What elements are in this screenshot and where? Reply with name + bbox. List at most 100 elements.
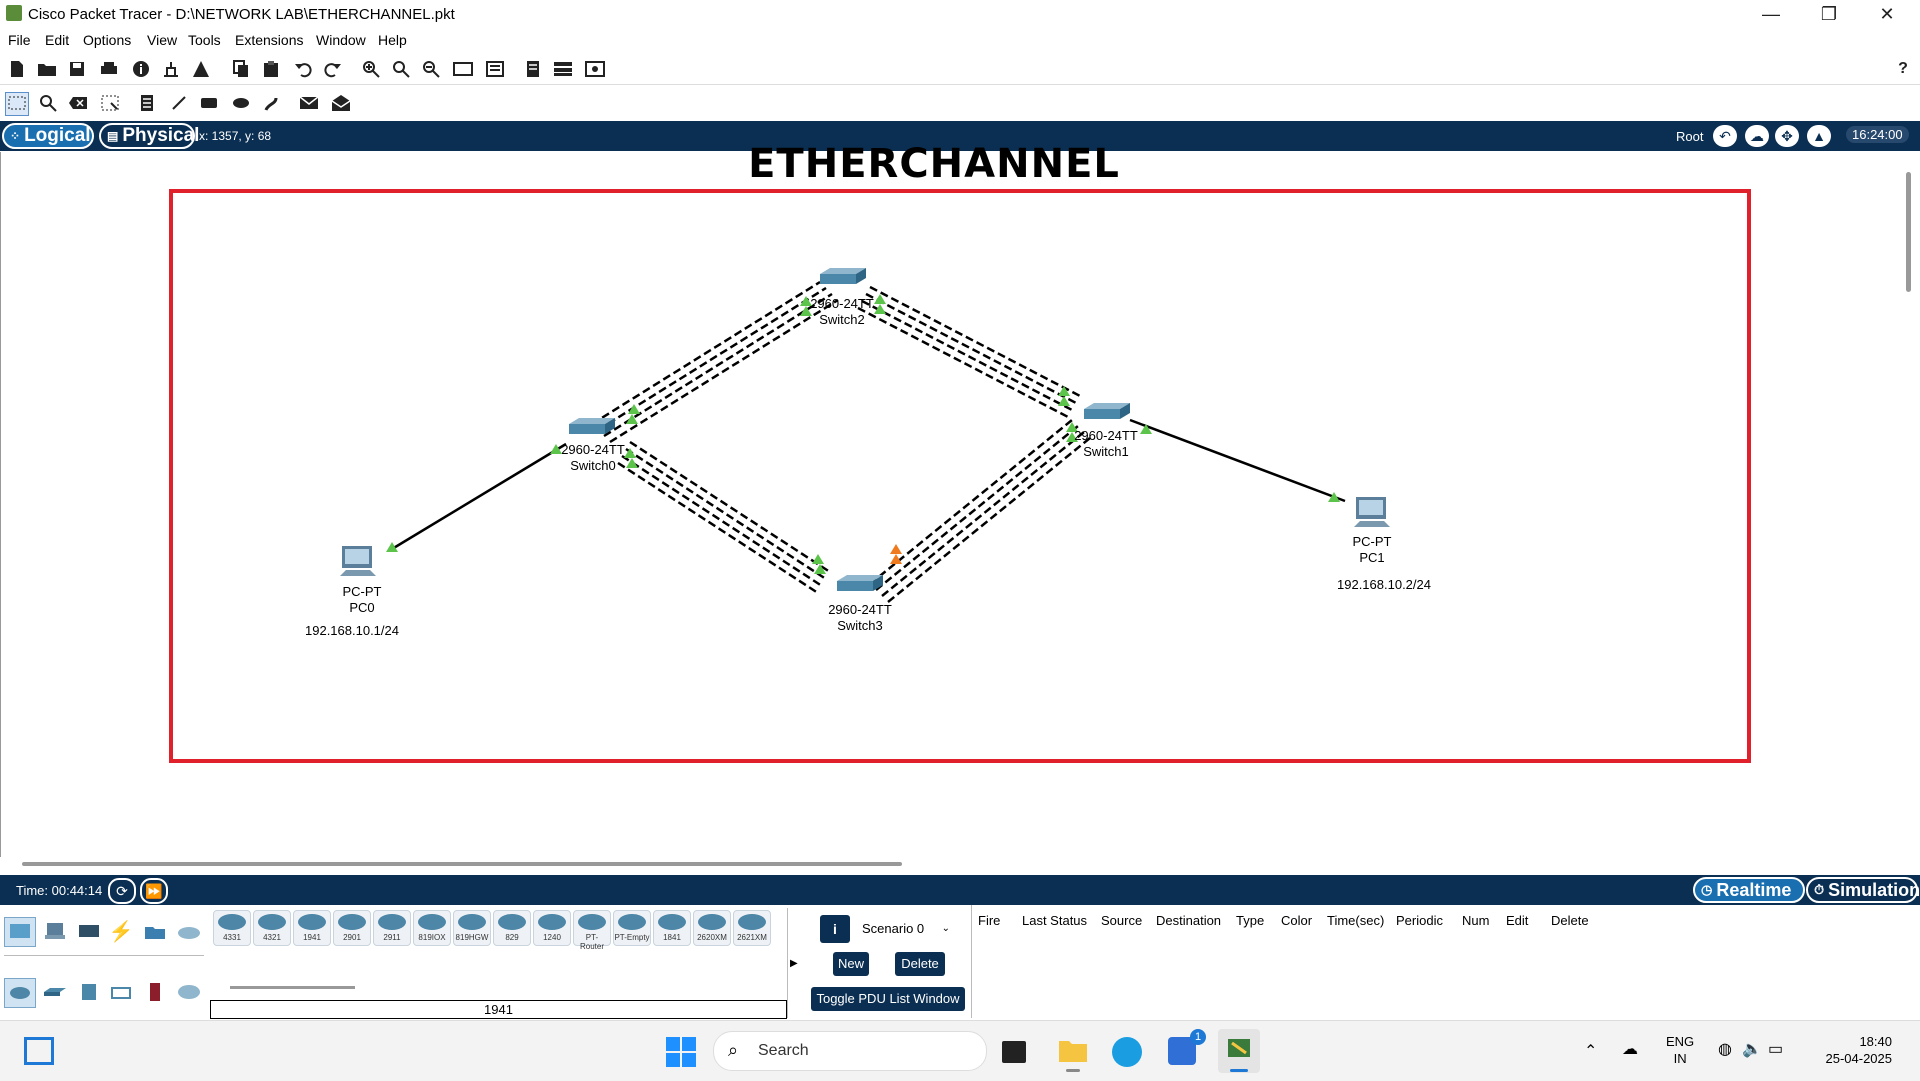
column-num[interactable]: Num — [1462, 913, 1489, 928]
components-category-icon[interactable] — [74, 917, 104, 945]
select-tool-icon[interactable] — [5, 92, 29, 116]
copy-icon[interactable] — [230, 58, 252, 80]
model-2901[interactable]: 2901 — [333, 910, 371, 946]
undo-icon[interactable] — [292, 58, 314, 80]
etherchannel-switch2-switch1[interactable] — [857, 285, 1083, 420]
switch3[interactable] — [837, 575, 883, 591]
packet-tracer-taskbar-icon[interactable] — [1218, 1029, 1260, 1073]
connections-category-icon[interactable]: ⚡ — [106, 917, 136, 945]
end-devices-category-icon[interactable] — [40, 917, 70, 945]
zoom-out-icon[interactable] — [420, 58, 442, 80]
ipc-icon[interactable] — [584, 58, 606, 80]
realtime-mode-button[interactable]: ◷ Realtime — [1693, 877, 1805, 903]
activity-wizard-icon[interactable] — [190, 58, 212, 80]
minimize-button[interactable]: — — [1742, 0, 1800, 28]
place-note-icon[interactable] — [136, 92, 158, 114]
column-periodic[interactable]: Periodic — [1396, 913, 1443, 928]
taskbar-search-box[interactable]: ⌕ Search — [713, 1031, 987, 1071]
add-simple-pdu-icon[interactable] — [298, 92, 320, 114]
model-819hgw[interactable]: 819HGW — [453, 910, 491, 946]
menu-help[interactable]: Help — [378, 32, 407, 48]
model-1941[interactable]: 1941 — [293, 910, 331, 946]
column-time[interactable]: Time(sec) — [1327, 913, 1384, 928]
column-last-status[interactable]: Last Status — [1022, 913, 1087, 928]
topology-canvas[interactable] — [0, 152, 1900, 857]
fast-forward-icon[interactable]: ⏩ — [140, 878, 168, 904]
widgets-icon[interactable] — [24, 1037, 54, 1065]
draw-ellipse-icon[interactable] — [230, 92, 252, 114]
menu-tools[interactable]: Tools — [188, 32, 221, 48]
wan-emulation-subcategory-icon[interactable] — [174, 978, 204, 1006]
edge-browser-icon[interactable] — [1112, 1037, 1142, 1067]
battery-icon[interactable]: ▭ — [1768, 1039, 1783, 1059]
menu-window[interactable]: Window — [316, 32, 366, 48]
models-scrollbar[interactable] — [230, 986, 355, 989]
column-color[interactable]: Color — [1281, 913, 1312, 928]
menu-edit[interactable]: Edit — [45, 32, 69, 48]
delete-scenario-button[interactable]: Delete — [895, 952, 945, 976]
drawing-palette-icon[interactable] — [452, 58, 474, 80]
model-1240[interactable]: 1240 — [533, 910, 571, 946]
draw-line-icon[interactable] — [168, 92, 190, 114]
column-delete[interactable]: Delete — [1551, 913, 1589, 928]
freeform-icon[interactable] — [260, 92, 282, 114]
column-type[interactable]: Type — [1236, 913, 1264, 928]
delete-tool-icon[interactable] — [67, 92, 89, 114]
wireless-subcategory-icon[interactable] — [106, 978, 136, 1006]
network-devices-category-icon[interactable] — [4, 917, 36, 947]
view-command-log-icon[interactable] — [522, 58, 544, 80]
model-4331[interactable]: 4331 — [213, 910, 251, 946]
etherchannel-switch3-switch1[interactable] — [869, 419, 1091, 603]
resize-shape-icon[interactable] — [99, 92, 121, 114]
switch0[interactable] — [569, 418, 615, 434]
model-2621xm[interactable]: 2621XM — [733, 910, 771, 946]
inspect-tool-icon[interactable] — [37, 92, 59, 114]
column-fire[interactable]: Fire — [978, 913, 1000, 928]
zoom-reset-icon[interactable] — [390, 58, 412, 80]
model-4321[interactable]: 4321 — [253, 910, 291, 946]
add-complex-pdu-icon[interactable] — [330, 92, 352, 114]
etherchannel-switch0-switch3[interactable] — [617, 440, 831, 595]
task-view-icon[interactable] — [1002, 1041, 1026, 1063]
help-icon[interactable]: ? — [1892, 58, 1914, 80]
miscellaneous-category-icon[interactable] — [140, 917, 170, 945]
switch1[interactable] — [1084, 403, 1130, 419]
multiuser-category-icon[interactable] — [174, 917, 204, 945]
onedrive-icon[interactable]: ☁ — [1622, 1039, 1638, 1059]
network-info-icon[interactable] — [160, 58, 182, 80]
save-icon[interactable] — [66, 58, 88, 80]
hubs-subcategory-icon[interactable] — [74, 978, 104, 1006]
model-819iox[interactable]: 819IOX — [413, 910, 451, 946]
new-file-icon[interactable] — [6, 58, 28, 80]
language-indicator[interactable]: ENG IN — [1666, 1033, 1694, 1067]
link-switch1-pc1[interactable] — [1129, 418, 1346, 503]
zoom-in-icon[interactable] — [360, 58, 382, 80]
menu-view[interactable]: View — [147, 32, 177, 48]
store-icon[interactable]: 1 — [1168, 1029, 1206, 1065]
pc0[interactable] — [340, 546, 376, 576]
file-explorer-icon[interactable] — [1058, 1037, 1088, 1072]
model-1841[interactable]: 1841 — [653, 910, 691, 946]
info-icon[interactable] — [130, 58, 152, 80]
horizontal-scrollbar[interactable] — [22, 862, 902, 866]
link-pc0-switch0[interactable] — [391, 442, 567, 551]
switches-subcategory-icon[interactable] — [40, 978, 70, 1006]
menu-file[interactable]: File — [8, 32, 31, 48]
scenario-select[interactable]: Scenario 0 ⌄ — [862, 919, 954, 939]
menu-extensions[interactable]: Extensions — [235, 32, 303, 48]
switch2[interactable] — [820, 268, 866, 284]
print-icon[interactable] — [98, 58, 120, 80]
restore-button[interactable]: ❐ — [1800, 0, 1858, 28]
draw-rectangle-icon[interactable] — [198, 92, 220, 114]
paste-icon[interactable] — [260, 58, 282, 80]
scenario-info-icon[interactable]: i — [820, 915, 850, 943]
taskbar-clock[interactable]: 18:40 25-04-2025 — [1812, 1033, 1893, 1067]
volume-icon[interactable]: 🔈 — [1742, 1039, 1762, 1059]
column-source[interactable]: Source — [1101, 913, 1142, 928]
model-pt-router[interactable]: PT-Router — [573, 910, 611, 951]
redo-icon[interactable] — [322, 58, 344, 80]
security-subcategory-icon[interactable] — [140, 978, 170, 1006]
model-pt-empty[interactable]: PT-Empty — [613, 910, 651, 946]
network-icon[interactable]: ◍ — [1718, 1039, 1732, 1059]
chevron-up-icon[interactable]: ⌃ — [1584, 1041, 1597, 1061]
